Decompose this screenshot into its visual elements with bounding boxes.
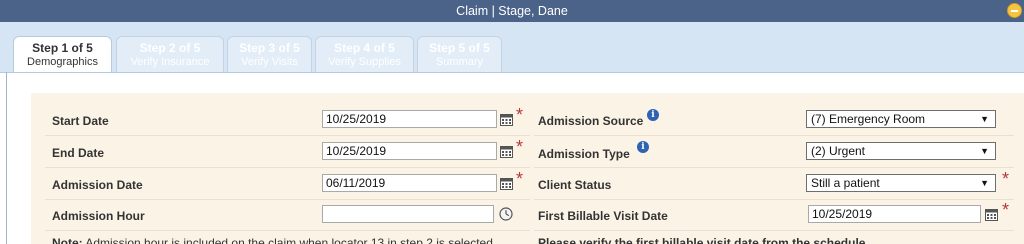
admission-type-label: Admission Type <box>538 147 630 161</box>
admission-source-label: Admission Source <box>538 114 644 128</box>
tab-step-label: Step 4 of 5 <box>334 41 395 55</box>
first-billable-visit-date-input[interactable]: 10/25/2019 <box>808 205 981 223</box>
content-border <box>6 72 7 244</box>
tab-step-name: Verify Supplies <box>328 56 401 68</box>
billable-visit-hint: Please verify the first billable visit d… <box>538 236 866 244</box>
end-date-input[interactable]: 10/25/2019 <box>322 142 497 160</box>
note-text: Admission hour is included on the claim … <box>82 236 493 244</box>
tab-step-name: Demographics <box>27 56 98 68</box>
admission-type-select[interactable]: (2) Urgent ▼ <box>806 142 996 160</box>
start-date-label: Start Date <box>52 114 109 128</box>
required-asterisk: * <box>1002 200 1010 220</box>
calendar-icon[interactable] <box>500 145 513 158</box>
row-divider <box>534 199 1014 200</box>
admission-hour-note: Note: Admission hour is included on the … <box>52 236 493 244</box>
calendar-icon[interactable] <box>985 208 998 221</box>
tab-step-3[interactable]: Step 3 of 5 Verify Visits <box>227 36 312 72</box>
window-title: Claim | Stage, Dane <box>456 4 568 18</box>
row-divider <box>534 135 1014 136</box>
tab-step-5[interactable]: Step 5 of 5 Summary <box>417 36 502 72</box>
chevron-down-icon: ▼ <box>980 146 989 156</box>
tab-step-4[interactable]: Step 4 of 5 Verify Supplies <box>315 36 414 72</box>
tab-step-name: Summary <box>435 56 484 68</box>
tab-step-1[interactable]: Step 1 of 5 Demographics <box>13 36 112 73</box>
wizard-steps: Step 1 of 5 Demographics Step 2 of 5 Ver… <box>0 22 1024 73</box>
required-asterisk: * <box>1002 169 1010 189</box>
calendar-icon[interactable] <box>500 177 513 190</box>
row-divider <box>45 230 530 231</box>
window-titlebar: Claim | Stage, Dane <box>0 0 1024 22</box>
required-asterisk: * <box>516 169 524 189</box>
tab-step-label: Step 2 of 5 <box>139 41 201 55</box>
row-divider <box>45 167 530 168</box>
calendar-icon[interactable] <box>500 113 513 126</box>
row-divider <box>45 135 530 136</box>
chevron-down-icon: ▼ <box>980 178 989 188</box>
clock-icon[interactable] <box>499 207 513 221</box>
admission-date-input[interactable]: 06/11/2019 <box>322 174 497 192</box>
tab-step-label: Step 1 of 5 <box>32 41 93 55</box>
admission-hour-label: Admission Hour <box>52 209 145 223</box>
info-icon[interactable]: i <box>637 141 649 153</box>
tab-step-2[interactable]: Step 2 of 5 Verify Insurance <box>116 36 224 72</box>
client-status-label: Client Status <box>538 178 612 192</box>
client-status-value: Still a patient <box>811 176 880 190</box>
start-date-input[interactable]: 10/25/2019 <box>322 110 497 128</box>
tab-step-name: Verify Insurance <box>130 56 210 68</box>
end-date-label: End Date <box>52 146 105 160</box>
admission-type-value: (2) Urgent <box>811 144 866 158</box>
client-status-select[interactable]: Still a patient ▼ <box>806 174 996 192</box>
admission-source-value: (7) Emergency Room <box>811 112 926 126</box>
admission-source-select[interactable]: (7) Emergency Room ▼ <box>806 110 996 128</box>
first-billable-visit-date-label: First Billable Visit Date <box>538 209 668 223</box>
required-asterisk: * <box>516 137 524 157</box>
required-asterisk: * <box>516 105 524 125</box>
row-divider <box>534 167 1014 168</box>
note-prefix: Note: <box>52 236 83 244</box>
row-divider <box>534 230 1014 231</box>
row-divider <box>45 199 530 200</box>
tab-step-name: Verify Visits <box>241 56 298 68</box>
chevron-down-icon: ▼ <box>980 114 989 124</box>
minimize-icon[interactable] <box>1007 3 1022 18</box>
tab-step-label: Step 3 of 5 <box>239 41 300 55</box>
info-icon[interactable]: i <box>647 109 659 121</box>
admission-hour-input[interactable] <box>322 205 494 223</box>
admission-date-label: Admission Date <box>52 178 143 192</box>
tab-step-label: Step 5 of 5 <box>429 41 490 55</box>
